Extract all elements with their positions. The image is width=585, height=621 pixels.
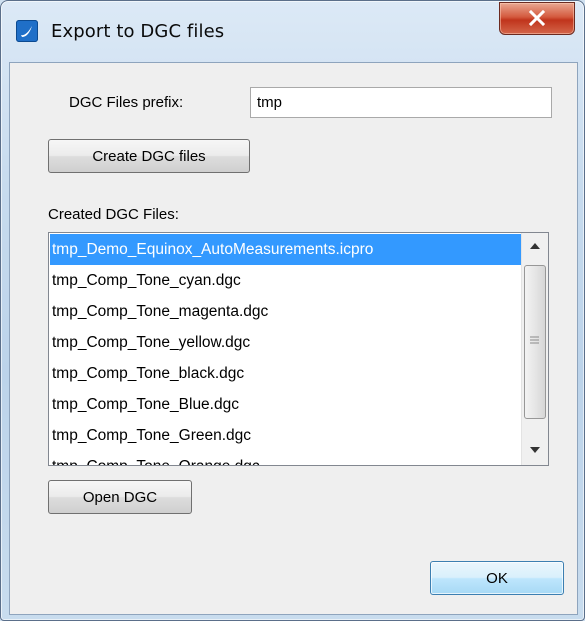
scroll-down-button[interactable] [522, 437, 548, 465]
file-list-item[interactable]: tmp_Comp_Tone_Blue.dgc [50, 389, 522, 420]
scroll-up-button[interactable] [522, 233, 548, 261]
file-list-item[interactable]: tmp_Comp_Tone_Green.dgc [50, 420, 522, 451]
close-icon [528, 10, 546, 26]
prefix-input[interactable] [250, 87, 552, 118]
vertical-scrollbar[interactable] [521, 233, 548, 465]
chevron-down-icon [530, 447, 540, 453]
file-list-item[interactable]: tmp_Comp_Tone_yellow.dgc [50, 327, 522, 358]
open-dgc-button[interactable]: Open DGC [48, 480, 192, 514]
dialog-body: DGC Files prefix: Create DGC files Creat… [9, 62, 578, 615]
file-list-item[interactable]: tmp_Comp_Tone_magenta.dgc [50, 296, 522, 327]
ok-button[interactable]: OK [430, 561, 564, 595]
close-button[interactable] [499, 2, 575, 35]
chevron-up-icon [530, 243, 540, 249]
created-files-list[interactable]: tmp_Demo_Equinox_AutoMeasurements.icpro t… [48, 232, 549, 466]
prefix-label: DGC Files prefix: [69, 94, 184, 111]
file-list-item[interactable]: tmp_Demo_Equinox_AutoMeasurements.icpro [50, 234, 522, 265]
file-list-item[interactable]: tmp_Comp_Tone_cyan.dgc [50, 265, 522, 296]
app-logo-icon [16, 20, 38, 42]
export-dialog-window: Export to DGC files DGC Files prefix: Cr… [0, 0, 585, 621]
list-items-container: tmp_Demo_Equinox_AutoMeasurements.icpro t… [50, 234, 522, 465]
created-files-label: Created DGC Files: [48, 206, 179, 223]
file-list-item[interactable]: tmp_Comp_Tone_black.dgc [50, 358, 522, 389]
grip-icon [530, 336, 539, 344]
window-title: Export to DGC files [51, 21, 225, 42]
title-bar[interactable]: Export to DGC files [1, 1, 584, 61]
scroll-thumb[interactable] [524, 265, 546, 419]
file-list-item[interactable]: tmp_Comp_Tone_Orange.dgc [50, 451, 522, 465]
create-dgc-files-button[interactable]: Create DGC files [48, 139, 250, 173]
